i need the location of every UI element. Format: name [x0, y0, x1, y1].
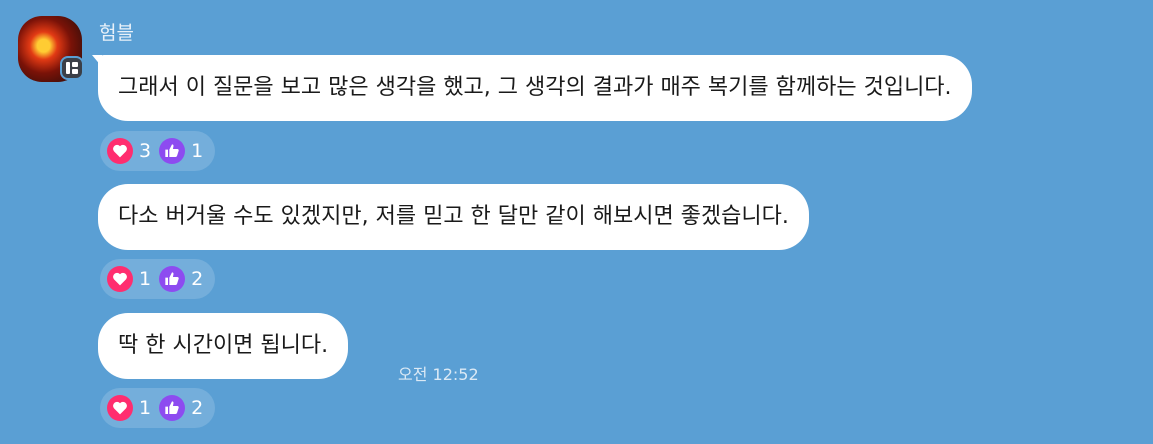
- heart-count: 3: [139, 140, 152, 162]
- message-timestamp: 오전 12:52: [398, 365, 479, 384]
- heart-reaction[interactable]: 1: [107, 266, 151, 292]
- sender-avatar[interactable]: [18, 16, 84, 82]
- message-bubble[interactable]: 다소 버거울 수도 있겠지만, 저를 믿고 한 달만 같이 해보시면 좋겠습니다…: [98, 184, 809, 250]
- like-reaction[interactable]: 1: [159, 138, 203, 164]
- heart-reaction[interactable]: 3: [107, 138, 151, 164]
- reaction-bar[interactable]: 1 2: [100, 259, 216, 299]
- sender-name: 험블: [99, 22, 134, 44]
- thumbs-up-icon: [159, 138, 186, 164]
- like-count: 2: [191, 268, 204, 290]
- message-bubble[interactable]: 딱 한 시간이면 됩니다.: [98, 313, 349, 379]
- thumbs-up-icon: [159, 395, 186, 421]
- heart-count: 1: [139, 397, 152, 419]
- message-bubble[interactable]: 그래서 이 질문을 보고 많은 생각을 했고, 그 생각의 결과가 매주 복기를…: [92, 55, 972, 121]
- like-count: 2: [191, 397, 204, 419]
- reaction-bar[interactable]: 1 2: [100, 388, 216, 428]
- like-count: 1: [191, 140, 204, 162]
- heart-reaction[interactable]: 1: [107, 395, 151, 421]
- reaction-bar[interactable]: 3 1: [100, 131, 216, 171]
- thumbs-up-icon: [159, 266, 186, 292]
- heart-icon: [107, 395, 133, 421]
- heart-icon: [107, 138, 133, 164]
- heart-count: 1: [139, 268, 152, 290]
- heart-icon: [107, 266, 133, 292]
- like-reaction[interactable]: 2: [159, 395, 203, 421]
- profile-badge-icon: [60, 56, 84, 80]
- like-reaction[interactable]: 2: [159, 266, 203, 292]
